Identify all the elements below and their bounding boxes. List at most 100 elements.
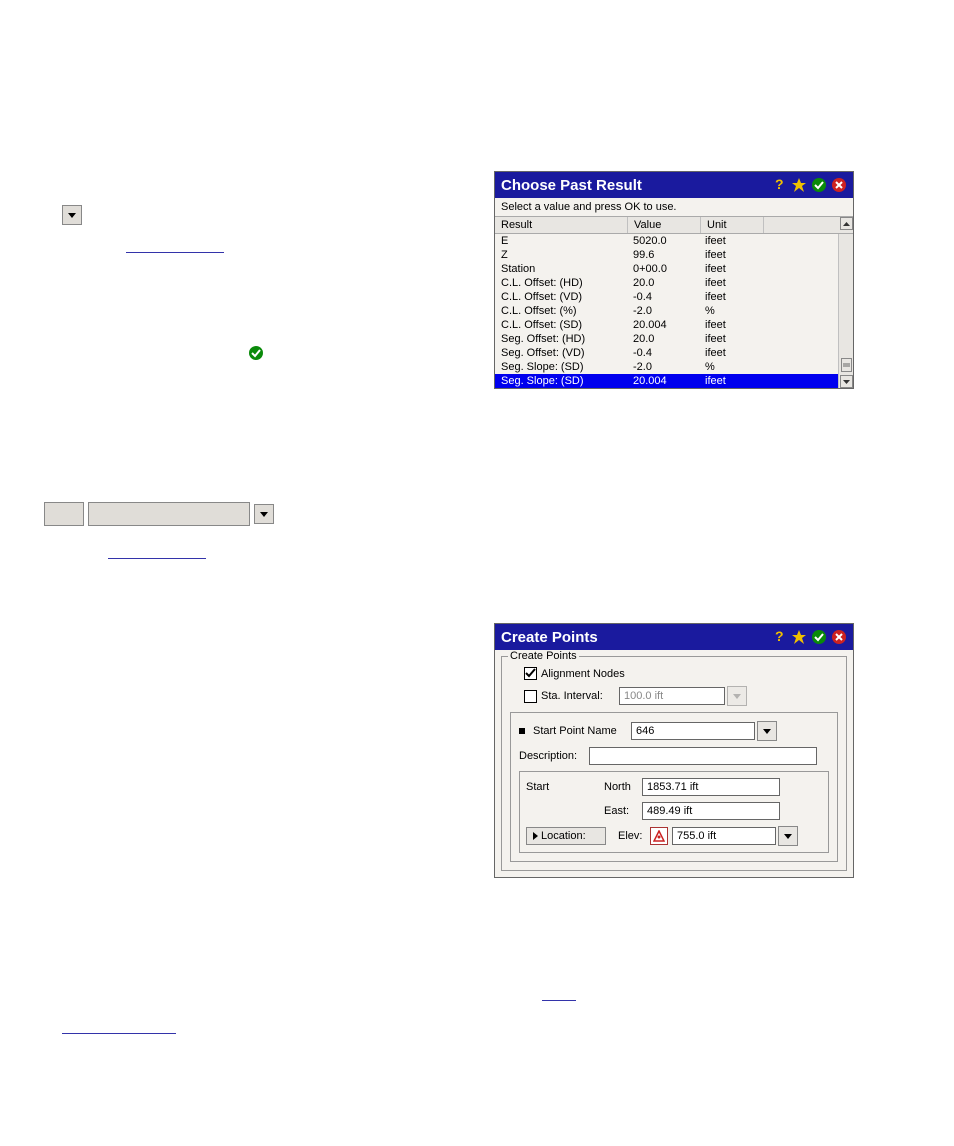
table-row[interactable]: C.L. Offset: (VD)-0.4ifeet xyxy=(495,290,838,304)
dropdown-icon xyxy=(62,205,82,225)
cell-result: Station xyxy=(495,262,627,276)
north-input[interactable]: 1853.71 ift xyxy=(642,778,780,796)
close-icon[interactable] xyxy=(831,629,847,645)
ok-icon[interactable] xyxy=(811,177,827,193)
cell-value: -2.0 xyxy=(627,360,699,374)
help-icon[interactable]: ? xyxy=(771,177,787,193)
dialog-title: Create Points xyxy=(501,629,598,646)
cell-unit: ifeet xyxy=(699,318,761,332)
cell-unit: ifeet xyxy=(699,332,761,346)
sta-interval-label: Sta. Interval: xyxy=(541,690,619,702)
underline xyxy=(108,558,206,559)
cell-result: Seg. Offset: (HD) xyxy=(495,332,627,346)
cell-unit: ifeet xyxy=(699,276,761,290)
east-input[interactable]: 489.49 ift xyxy=(642,802,780,820)
start-label: Start xyxy=(526,781,604,793)
table-header: Result Value Unit xyxy=(495,216,853,234)
vertical-scrollbar[interactable] xyxy=(838,234,853,388)
cell-unit: ifeet xyxy=(699,262,761,276)
sta-interval-dropdown xyxy=(727,686,747,706)
north-label: North xyxy=(604,781,642,793)
cell-result: C.L. Offset: (VD) xyxy=(495,290,627,304)
cell-result: Seg. Offset: (VD) xyxy=(495,346,627,360)
ok-icon[interactable] xyxy=(811,629,827,645)
fieldset-label: Create Points xyxy=(508,650,579,662)
location-box: Start North 1853.71 ift East: 489.49 ift… xyxy=(519,771,829,853)
svg-text:?: ? xyxy=(775,629,784,644)
cell-result: C.L. Offset: (%) xyxy=(495,304,627,318)
table-row[interactable]: Seg. Slope: (SD)-2.0% xyxy=(495,360,838,374)
dropdown-icon xyxy=(254,504,274,524)
scroll-down-arrow[interactable] xyxy=(840,375,853,388)
cell-unit: % xyxy=(699,360,761,374)
table-row[interactable]: E5020.0ifeet xyxy=(495,234,838,248)
cell-result: C.L. Offset: (HD) xyxy=(495,276,627,290)
bullet-icon xyxy=(519,728,525,734)
alignment-nodes-checkbox[interactable] xyxy=(524,667,537,680)
cell-result: Z xyxy=(495,248,627,262)
scroll-up-arrow[interactable] xyxy=(840,217,853,230)
cell-value: 99.6 xyxy=(627,248,699,262)
cell-unit: ifeet xyxy=(699,374,761,388)
dialog-subtitle: Select a value and press OK to use. xyxy=(495,198,853,216)
cell-value: 20.0 xyxy=(627,332,699,346)
underline xyxy=(542,1000,576,1001)
table-row[interactable]: Z99.6ifeet xyxy=(495,248,838,262)
scroll-thumb[interactable] xyxy=(841,358,852,372)
table-row[interactable]: Station0+00.0ifeet xyxy=(495,262,838,276)
cell-result: Seg. Slope: (SD) xyxy=(495,360,627,374)
titlebar: Create Points ? xyxy=(495,624,853,650)
ok-icon xyxy=(248,345,264,364)
close-icon[interactable] xyxy=(831,177,847,193)
start-point-name-input[interactable]: 646 xyxy=(631,722,755,740)
help-icon[interactable]: ? xyxy=(771,629,787,645)
table-row[interactable]: C.L. Offset: (SD)20.004ifeet xyxy=(495,318,838,332)
col-unit[interactable]: Unit xyxy=(701,217,764,233)
cell-value: 20.0 xyxy=(627,276,699,290)
elev-label: Elev: xyxy=(618,830,650,842)
cell-unit: ifeet xyxy=(699,346,761,360)
cell-unit: ifeet xyxy=(699,290,761,304)
cell-unit: ifeet xyxy=(699,234,761,248)
star-icon[interactable] xyxy=(791,629,807,645)
cell-result: C.L. Offset: (SD) xyxy=(495,318,627,332)
east-label: East: xyxy=(604,805,642,817)
table-row[interactable]: Seg. Offset: (VD)-0.4ifeet xyxy=(495,346,838,360)
box-icon xyxy=(44,502,84,526)
elev-dropdown[interactable] xyxy=(778,826,798,846)
cell-value: 20.004 xyxy=(627,374,699,388)
col-value[interactable]: Value xyxy=(628,217,701,233)
cell-unit: ifeet xyxy=(699,248,761,262)
table-row[interactable]: Seg. Offset: (HD)20.0ifeet xyxy=(495,332,838,346)
location-button[interactable]: Location: xyxy=(526,827,606,845)
create-points-fieldset: Create Points Alignment Nodes Sta. Inter… xyxy=(501,656,847,871)
table-row[interactable]: Seg. Slope: (SD)20.004ifeet xyxy=(495,374,838,388)
elev-input[interactable]: 755.0 ift xyxy=(672,827,776,845)
cell-value: 20.004 xyxy=(627,318,699,332)
point-details-box: Start Point Name 646 Description: Start … xyxy=(510,712,838,862)
titlebar: Choose Past Result ? xyxy=(495,172,853,198)
underline xyxy=(126,252,224,253)
description-label: Description: xyxy=(519,750,589,762)
start-point-name-dropdown[interactable] xyxy=(757,721,777,741)
sta-interval-input: 100.0 ift xyxy=(619,687,725,705)
col-result[interactable]: Result xyxy=(495,217,628,233)
dialog-title: Choose Past Result xyxy=(501,177,642,194)
cell-value: -0.4 xyxy=(627,290,699,304)
description-input[interactable] xyxy=(589,747,817,765)
table-row[interactable]: C.L. Offset: (%)-2.0% xyxy=(495,304,838,318)
cell-value: -0.4 xyxy=(627,346,699,360)
cell-unit: % xyxy=(699,304,761,318)
svg-text:?: ? xyxy=(775,177,784,192)
cell-value: 0+00.0 xyxy=(627,262,699,276)
elev-icon[interactable] xyxy=(650,827,668,845)
alignment-nodes-label: Alignment Nodes xyxy=(541,668,625,680)
sta-interval-checkbox[interactable] xyxy=(524,690,537,703)
table-row[interactable]: C.L. Offset: (HD)20.0ifeet xyxy=(495,276,838,290)
choose-past-result-dialog: Choose Past Result ? Select a value and … xyxy=(494,171,854,389)
start-point-name-label: Start Point Name xyxy=(533,725,631,737)
box-icon xyxy=(88,502,250,526)
table-body: E5020.0ifeetZ99.6ifeetStation0+00.0ifeet… xyxy=(495,234,853,388)
underline xyxy=(62,1033,176,1034)
star-icon[interactable] xyxy=(791,177,807,193)
